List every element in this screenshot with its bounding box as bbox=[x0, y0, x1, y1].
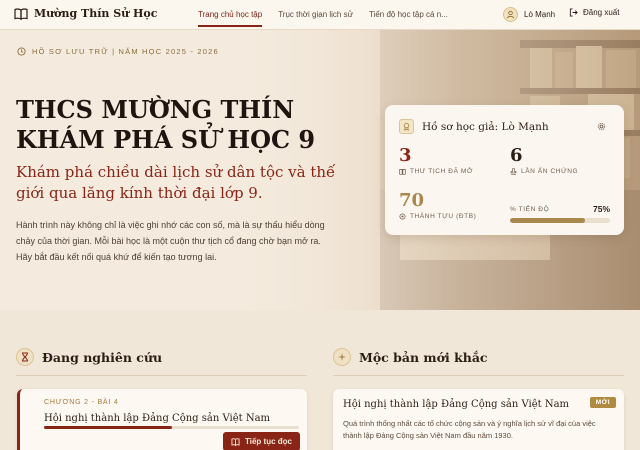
stat-label-row: THƯ TỊCH ĐÃ MỞ bbox=[399, 168, 473, 175]
top-navigation-bar: Mường Thín Sử Học Trang chủ học tập Trục… bbox=[0, 0, 640, 30]
book-icon bbox=[399, 169, 406, 175]
medal-icon bbox=[399, 213, 406, 220]
logout-icon bbox=[569, 8, 578, 17]
stat-label-row: THÀNH TỰU (ĐTB) bbox=[399, 213, 476, 220]
stat-value: 3 bbox=[399, 145, 412, 166]
stat-label: THÀNH TỰU (ĐTB) bbox=[410, 213, 477, 220]
news-title: Hội nghị thành lập Đảng Cộng sản Việt Na… bbox=[343, 399, 570, 410]
user-menu[interactable]: Lò Mạnh bbox=[503, 7, 555, 22]
profile-header: Hồ sơ học giả: Lò Mạnh bbox=[399, 119, 549, 134]
researching-section-header: Đang nghiên cứu bbox=[16, 348, 162, 366]
progress-fill bbox=[510, 218, 585, 223]
stat-stamps: 6 LẦN ẤN CHỨNG bbox=[510, 145, 578, 175]
main-nav: Trang chủ học tập Trục thời gian lịch sử… bbox=[190, 0, 456, 30]
progress-label: % TIẾN ĐỘ bbox=[510, 205, 550, 213]
nav-home[interactable]: Trang chủ học tập bbox=[190, 0, 270, 30]
brand-name: Mường Thín Sử Học bbox=[34, 7, 158, 20]
page-title: THCS MƯỜNG THÍN KHÁM PHÁ SỬ HỌC 9 bbox=[16, 95, 316, 154]
continue-reading-label: Tiếp tục đọc bbox=[245, 437, 292, 446]
divider bbox=[16, 375, 307, 376]
stat-value: 70 bbox=[399, 190, 425, 211]
progress-row: % TIẾN ĐỘ 75% bbox=[510, 204, 610, 214]
avatar bbox=[503, 7, 518, 22]
book-icon bbox=[14, 7, 28, 20]
progress-value: 75% bbox=[592, 204, 610, 214]
hourglass-icon bbox=[16, 348, 34, 366]
clock-icon bbox=[17, 47, 26, 56]
scroll-badge-icon bbox=[399, 119, 414, 134]
sparkle-icon bbox=[333, 348, 351, 366]
stat-label-row: LẦN ẤN CHỨNG bbox=[510, 168, 578, 175]
nav-progress[interactable]: Tiến độ học tập cá n... bbox=[361, 0, 456, 30]
hero-description: Hành trình này không chỉ là việc ghi nhớ… bbox=[16, 220, 325, 262]
stamp-icon bbox=[510, 168, 517, 175]
archive-label: HỒ SƠ LƯU TRỮ | NĂM HỌC 2025 - 2026 bbox=[17, 47, 219, 56]
lesson-title: Hội nghị thành lập Đảng Cộng sản Việt Na… bbox=[44, 413, 271, 424]
section-title: Mộc bản mới khắc bbox=[359, 349, 488, 365]
progress-bar bbox=[510, 218, 610, 223]
chapter-label: CHƯƠNG 2 - BÀI 4 bbox=[44, 399, 119, 406]
continue-reading-button[interactable]: Tiếp tục đọc bbox=[223, 432, 300, 450]
new-blocks-section-header: Mộc bản mới khắc bbox=[333, 348, 488, 366]
new-badge: MỚI bbox=[589, 397, 616, 408]
stat-value: 6 bbox=[510, 145, 523, 166]
stat-achievements: 70 THÀNH TỰU (ĐTB) bbox=[399, 190, 476, 220]
scholar-profile-card: Hồ sơ học giả: Lò Mạnh 3 THƯ TỊCH ĐÃ MỞ … bbox=[385, 105, 624, 235]
hero-subtitle: Khám phá chiều dài lịch sử dân tộc và th… bbox=[16, 163, 336, 202]
current-lesson-card[interactable]: CHƯƠNG 2 - BÀI 4 Hội nghị thành lập Đảng… bbox=[17, 389, 307, 450]
gear-icon[interactable] bbox=[597, 122, 606, 131]
progress-block: % TIẾN ĐỘ 75% bbox=[510, 204, 610, 223]
archive-label-text: HỒ SƠ LƯU TRỮ | NĂM HỌC 2025 - 2026 bbox=[32, 47, 219, 56]
section-title: Đang nghiên cứu bbox=[42, 349, 163, 365]
logout-label: Đăng xuất bbox=[583, 8, 620, 17]
logout-button[interactable]: Đăng xuất bbox=[569, 8, 619, 17]
nav-timeline[interactable]: Trục thời gian lịch sử bbox=[270, 0, 361, 30]
divider bbox=[333, 375, 624, 376]
lesson-progress-bar bbox=[44, 426, 299, 429]
stat-label: THƯ TỊCH ĐÃ MỞ bbox=[410, 168, 474, 175]
new-lesson-card[interactable]: Hội nghị thành lập Đảng Cộng sản Việt Na… bbox=[333, 389, 624, 450]
user-name: Lò Mạnh bbox=[524, 10, 556, 19]
lesson-progress-fill bbox=[44, 426, 172, 429]
open-book-icon bbox=[231, 437, 240, 446]
brand[interactable]: Mường Thín Sử Học bbox=[14, 7, 157, 20]
profile-title: Hồ sơ học giả: Lò Mạnh bbox=[422, 120, 549, 133]
user-icon bbox=[506, 10, 515, 19]
news-description: Quá trình thống nhất các tổ chức cộng sả… bbox=[343, 419, 596, 440]
stat-label: LẦN ẤN CHỨNG bbox=[521, 168, 579, 175]
stat-scrolls-opened: 3 THƯ TỊCH ĐÃ MỞ bbox=[399, 145, 473, 175]
